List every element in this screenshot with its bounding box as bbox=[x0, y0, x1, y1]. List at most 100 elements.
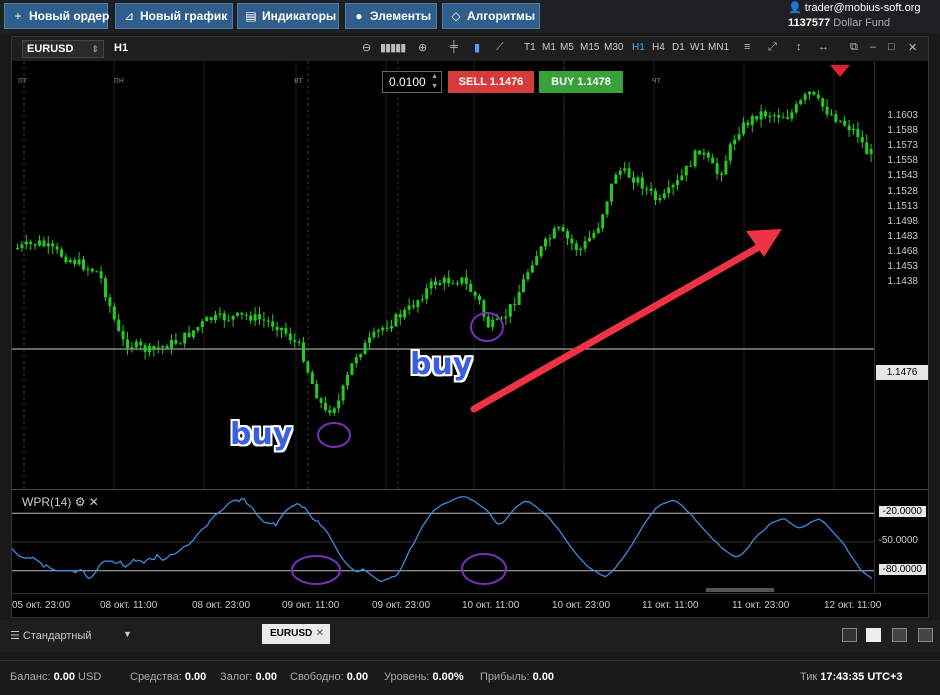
time-label: 09 окт. 23:00 bbox=[372, 600, 431, 611]
new-chart-button[interactable]: ⊿ Новый график bbox=[115, 3, 233, 29]
elements-button[interactable]: ● Элементы bbox=[345, 3, 437, 29]
candle-body bbox=[192, 330, 195, 337]
candle-body bbox=[394, 314, 398, 327]
candle-body bbox=[790, 112, 794, 119]
candle-body bbox=[324, 402, 327, 410]
candle-body bbox=[442, 277, 446, 284]
candle-body bbox=[68, 260, 72, 263]
candle-body bbox=[262, 319, 266, 321]
candle-body bbox=[570, 238, 574, 244]
quantity-input[interactable]: 0.0100 ▲ ▼ bbox=[382, 71, 442, 93]
candle-body bbox=[544, 239, 547, 247]
candle-body bbox=[865, 142, 869, 155]
candle-body bbox=[315, 384, 319, 399]
bar-chart-icon[interactable]: ╪ bbox=[450, 41, 458, 53]
tab-timeframe-m15[interactable]: M15 bbox=[580, 42, 599, 53]
candle-body bbox=[398, 314, 402, 318]
tab-timeframe-m5[interactable]: M5 bbox=[560, 42, 574, 53]
price-plot[interactable]: птпнвтсрчт bbox=[12, 61, 874, 489]
candle-body bbox=[579, 248, 583, 250]
maximize-icon[interactable]: □ bbox=[888, 41, 895, 53]
candle-body bbox=[618, 170, 622, 175]
close-icon[interactable]: ✕ bbox=[89, 495, 99, 509]
minimize-icon[interactable]: – bbox=[870, 41, 876, 53]
zoom-in-icon[interactable]: ⊕ bbox=[418, 41, 427, 54]
candle-body bbox=[720, 173, 723, 175]
new-order-button[interactable]: + Новый ордер bbox=[4, 3, 109, 29]
candle-body bbox=[425, 288, 429, 300]
elements-icon: ● bbox=[355, 9, 363, 23]
symbol-select[interactable]: EURUSD ⇕ bbox=[22, 40, 104, 58]
gear-icon[interactable]: ⚙ bbox=[75, 495, 86, 509]
settings-lines-icon[interactable]: ≡ bbox=[744, 41, 750, 53]
candle-body bbox=[750, 116, 754, 126]
sell-button[interactable]: SELL 1.1476 bbox=[448, 71, 534, 93]
balance: Баланс: 0.00 USD bbox=[10, 671, 102, 683]
tab-timeframe-h4[interactable]: H4 bbox=[652, 42, 665, 53]
spinner-icon: ⇕ bbox=[91, 44, 99, 54]
layout-columns-icon[interactable] bbox=[892, 628, 907, 642]
candle-body bbox=[557, 227, 561, 229]
time-scrollbar[interactable] bbox=[706, 588, 774, 592]
candle-body bbox=[170, 340, 173, 349]
layout-select[interactable]: ☰ Стандартный bbox=[10, 629, 92, 642]
tab-timeframe-w1[interactable]: W1 bbox=[690, 42, 705, 53]
candle-body bbox=[376, 330, 380, 332]
candle-body bbox=[561, 227, 565, 232]
candle-body bbox=[381, 327, 385, 331]
tab-timeframe-t1[interactable]: T1 bbox=[524, 42, 536, 53]
vertical-arrows-icon[interactable]: ↕ bbox=[796, 41, 802, 53]
tab-timeframe-h1[interactable]: H1 bbox=[632, 42, 645, 53]
popout-icon[interactable]: ⧉ bbox=[850, 41, 858, 54]
expand-diagonal-icon[interactable]: ⤢ bbox=[768, 41, 777, 54]
account-number: 1137577 bbox=[788, 17, 831, 29]
candle-chart-icon[interactable]: ▮ bbox=[474, 41, 480, 54]
layout-rows-icon[interactable] bbox=[918, 628, 933, 642]
candle-body bbox=[51, 243, 55, 247]
candle-body bbox=[143, 345, 147, 352]
fund-name: Dollar Fund bbox=[833, 17, 891, 29]
horizontal-arrows-icon[interactable]: ↔ bbox=[818, 41, 829, 53]
status-bar: Баланс: 0.00 USD Средства: 0.00 Залог: 0… bbox=[0, 660, 940, 695]
time-label: 08 окт. 23:00 bbox=[192, 600, 251, 611]
tab-eurusd[interactable]: EURUSD ✕ bbox=[262, 624, 330, 644]
line-chart-icon[interactable]: ⟋ bbox=[496, 41, 504, 54]
layout-single-icon[interactable] bbox=[842, 628, 857, 642]
candle-body bbox=[302, 342, 305, 362]
candle-body bbox=[161, 346, 165, 348]
time-label: 08 окт. 11:00 bbox=[100, 600, 158, 611]
tab-timeframe-mn1[interactable]: MN1 bbox=[708, 42, 729, 53]
candle-body bbox=[601, 214, 605, 229]
close-icon[interactable]: ✕ bbox=[908, 41, 917, 54]
tab-timeframe-m1[interactable]: M1 bbox=[542, 42, 556, 53]
buy-button[interactable]: BUY 1.1478 bbox=[539, 71, 623, 93]
account-info[interactable]: 👤 trader@mobius-soft.org 1137577 Dollar … bbox=[788, 1, 936, 31]
candle-body bbox=[702, 152, 706, 155]
candle-body bbox=[698, 150, 701, 155]
candle-body bbox=[77, 259, 81, 265]
chevron-down-icon[interactable]: ▼ bbox=[123, 629, 132, 639]
candle-body bbox=[610, 183, 613, 202]
candle-body bbox=[310, 372, 314, 385]
tick-time: Тик 17:43:35 UTC+3 bbox=[800, 671, 903, 683]
close-icon[interactable]: ✕ bbox=[316, 624, 324, 644]
highlight-circle bbox=[461, 553, 507, 585]
tab-timeframe-m30[interactable]: M30 bbox=[604, 42, 623, 53]
candle-body bbox=[486, 316, 490, 328]
candle-body bbox=[530, 265, 534, 273]
candle-body bbox=[478, 295, 481, 301]
level: Уровень: 0.00% bbox=[384, 671, 464, 683]
indicator-axis: -20.0000 -50.0000 -80.0000 bbox=[874, 489, 928, 593]
algorithms-button[interactable]: ◇ Алгоритмы bbox=[442, 3, 540, 29]
zoom-out-icon[interactable]: ⊖ bbox=[362, 41, 371, 54]
candle-body bbox=[689, 165, 693, 167]
layout-grid-icon[interactable] bbox=[866, 628, 881, 642]
candle-body bbox=[772, 115, 776, 117]
indicators-button[interactable]: ▤ Индикаторы bbox=[237, 3, 339, 29]
day-label: пт bbox=[18, 75, 27, 85]
indicator-label: WPR(14) ⚙ ✕ bbox=[22, 495, 99, 509]
candle-body bbox=[693, 150, 697, 167]
wpr-indicator-panel[interactable] bbox=[12, 489, 874, 593]
tab-timeframe-d1[interactable]: D1 bbox=[672, 42, 685, 53]
zoom-slider[interactable]: ▮▮▮▮▮ bbox=[380, 41, 406, 54]
